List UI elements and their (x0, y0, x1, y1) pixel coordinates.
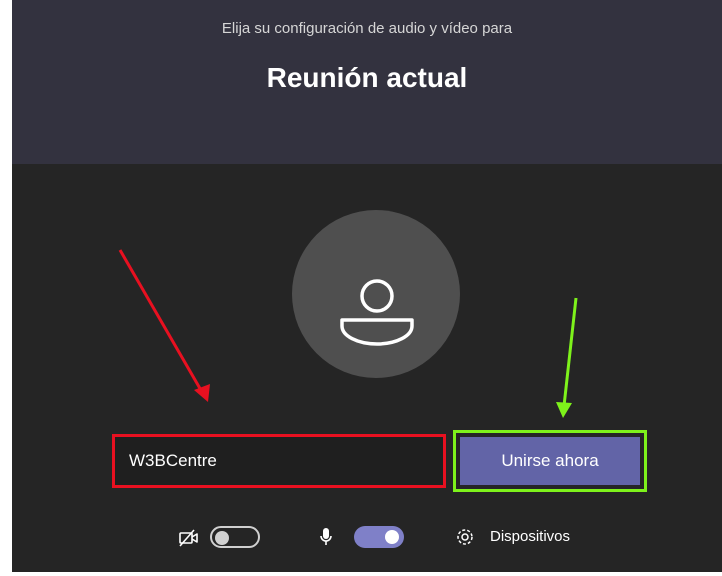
microphone-toggle[interactable] (354, 526, 404, 548)
meeting-title: Reunión actual (266, 62, 468, 93)
gear-icon[interactable] (454, 526, 476, 548)
camera-toggle-knob (215, 531, 229, 545)
prejoin-subtitle: Elija su configuración de audio y vídeo … (221, 20, 513, 37)
microphone-toggle-knob (385, 530, 399, 544)
devices-button[interactable]: Dispositivos (490, 528, 570, 545)
camera-toggle[interactable] (210, 526, 260, 548)
join-now-button[interactable]: Unirse ahora (460, 437, 640, 485)
camera-off-icon (179, 529, 198, 547)
person-icon (340, 279, 414, 346)
microphone-icon (320, 528, 332, 545)
name-input[interactable] (112, 434, 446, 488)
avatar (292, 210, 460, 378)
